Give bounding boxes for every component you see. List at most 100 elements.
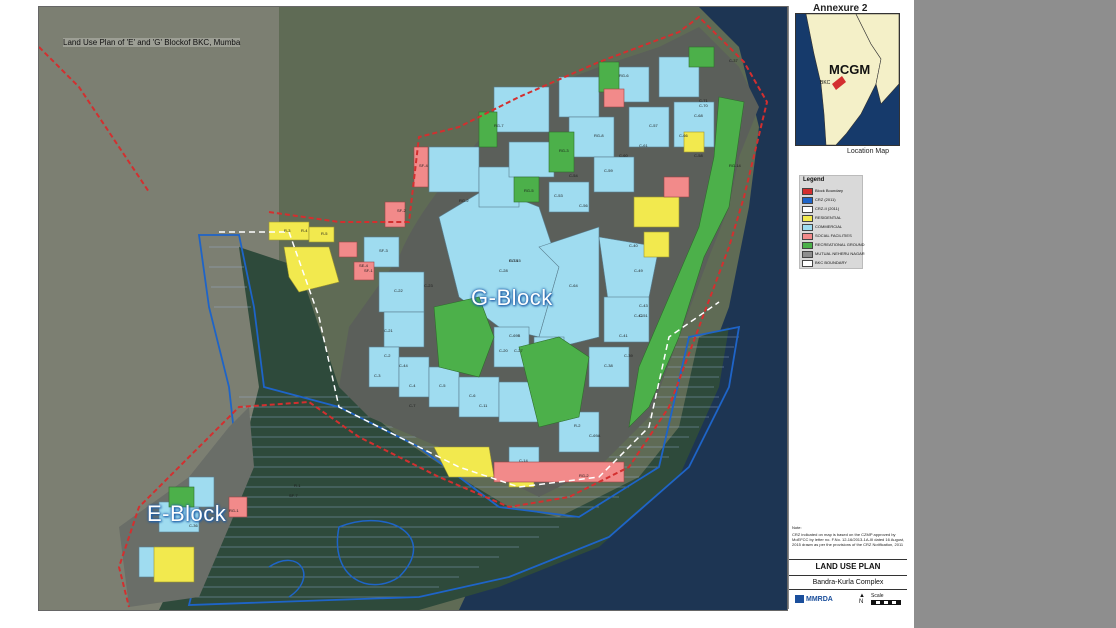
legend-label: MUTUAL NEHERU NAGAR <box>815 251 865 256</box>
legend-label: CRZ (2011) <box>815 197 836 202</box>
plot-label: C-44 <box>399 363 408 368</box>
scale-bar: Scale <box>871 593 901 605</box>
legend-swatch <box>802 197 813 204</box>
plot-label: C-20 <box>499 348 508 353</box>
plot-label: C-39 <box>624 353 633 358</box>
legend-label: Block Boundary <box>815 188 844 193</box>
plot-sf-2 <box>384 201 406 228</box>
plot-label: C-53 <box>554 193 563 198</box>
title-block: LAND USE PLAN Bandra-Kurla Complex MMRDA… <box>789 559 907 608</box>
plot-label: C-70 <box>699 103 708 108</box>
plot-label: RG-8 <box>594 133 604 138</box>
plot-rg-15 <box>688 46 715 68</box>
plot-label: R-1 <box>294 483 301 488</box>
plot-label: SF-2 <box>397 208 406 213</box>
plot-label: SF-4 <box>419 163 428 168</box>
plot-e-sf <box>228 496 248 518</box>
plot-label: C-61 <box>639 143 648 148</box>
plot-label: RG-3 <box>559 148 569 153</box>
plot-label: R-4 <box>301 228 308 233</box>
mmrda-logo-icon <box>795 595 804 603</box>
scale-label: Scale <box>871 593 884 599</box>
plot-label: C-7 <box>409 403 416 408</box>
plot-label: C-43 <box>639 303 648 308</box>
location-map-title: Location Map <box>847 148 890 155</box>
plot-label: SF-3 <box>379 248 388 253</box>
plot-sf-rg <box>603 88 625 108</box>
legend: Legend Block Boundary CRZ (2011) CRZ-II (2… <box>799 175 865 269</box>
plot-label: C-57 <box>649 123 658 128</box>
viewer-background <box>914 0 1116 628</box>
bkc-marker-label: BKC <box>820 80 831 86</box>
legend-swatch <box>802 260 813 267</box>
map-title: Land Use Plan of 'E' and 'G' Blockof BKC… <box>63 38 241 47</box>
plot-label: RG-7 <box>494 123 504 128</box>
plot-label: R-3 <box>284 228 291 233</box>
plan-subtitle: Bandra-Kurla Complex <box>789 579 907 590</box>
plot-rg-6 <box>598 61 620 93</box>
crz-note: CRZ indicated on map is based on the CZM… <box>792 532 905 547</box>
legend-item: COMMERCIAL <box>802 223 862 231</box>
plot-label: C-41 <box>619 333 628 338</box>
plan-title: LAND USE PLAN <box>789 562 907 576</box>
plot-west-3 <box>508 141 555 178</box>
plot-label: RG-2 <box>459 198 469 203</box>
plot-label: C-37 <box>729 58 738 63</box>
legend-swatch <box>802 188 813 195</box>
plot-sf-east <box>663 176 690 198</box>
plot-r-east-2 <box>643 231 670 258</box>
legend-item: CRZ-II (2011) <box>802 205 862 213</box>
plot-label: RG-14 <box>729 163 742 168</box>
plot-label: C-40 <box>629 243 638 248</box>
plot-label: SE-4 <box>359 263 369 268</box>
plot-c59 <box>593 156 635 193</box>
plot-label: RG-1 <box>229 508 239 513</box>
legend-item: Block Boundary <box>802 187 862 195</box>
scale-bar-graphic <box>871 600 901 605</box>
plot-label: RG-5 <box>524 188 534 193</box>
plot-label: C-42 <box>634 313 643 318</box>
mmrda-logo: MMRDA <box>795 595 833 603</box>
north-label: N <box>859 599 864 605</box>
plot-west-4 <box>568 116 615 158</box>
legend-item: BKC BOUNDARY <box>802 259 862 267</box>
plot-label: C-6 <box>469 393 476 398</box>
plot-label: C-14 <box>519 458 528 463</box>
plot-r-east <box>633 196 680 228</box>
map-frame[interactable]: C-78 C-64 C-49 C-57 C-58 C-56 C-53 C-54 C-51 C-59… <box>38 6 788 611</box>
plot-west-1 <box>428 146 480 193</box>
legend-item: SOCIAL FACILITIES <box>802 232 862 240</box>
plot-label: C-2 <box>384 353 391 358</box>
plot-label: C-5 <box>439 383 446 388</box>
plot-label: C-27 <box>514 348 523 353</box>
plot-label: C-22 <box>394 288 403 293</box>
plot-rg-4 <box>478 111 498 148</box>
legend-title: Legend <box>803 177 825 183</box>
map-legend-panel: Annexure 2 MCGM BKC Location Map Legend … <box>788 3 911 609</box>
plot-label: C-64 <box>569 283 578 288</box>
legend-label: RESIDENTIAL <box>815 215 842 220</box>
plot-label: C-49 <box>634 268 643 273</box>
legend-swatch <box>802 224 813 231</box>
plot-label: C-66 <box>679 133 688 138</box>
plot-label: C-56 <box>579 203 588 208</box>
plot-label: C-38 <box>604 363 613 368</box>
legend-label: SOCIAL FACILITIES <box>815 233 852 238</box>
location-map-graphic <box>796 14 899 145</box>
plot-label: C-59 <box>604 168 613 173</box>
mmrda-logo-text: MMRDA <box>806 595 833 603</box>
legend-label: RECREATIONAL GROUND <box>815 242 865 247</box>
plot-label: R-2 <box>574 423 581 428</box>
legend-swatch <box>802 215 813 222</box>
mcgm-label: MCGM <box>829 62 871 77</box>
legend-swatch <box>802 233 813 240</box>
plot-label: SF-1 <box>364 268 373 273</box>
plot-e-residential <box>153 546 195 583</box>
legend-label: CRZ-II (2011) <box>815 206 840 211</box>
plot-label: RG-6 <box>619 73 629 78</box>
note-heading: Note: <box>792 525 802 530</box>
location-map: MCGM BKC <box>795 13 900 146</box>
plot-label: C-69A <box>589 433 601 438</box>
legend-swatch <box>802 206 813 213</box>
e-block-label: E-Block <box>147 501 227 526</box>
